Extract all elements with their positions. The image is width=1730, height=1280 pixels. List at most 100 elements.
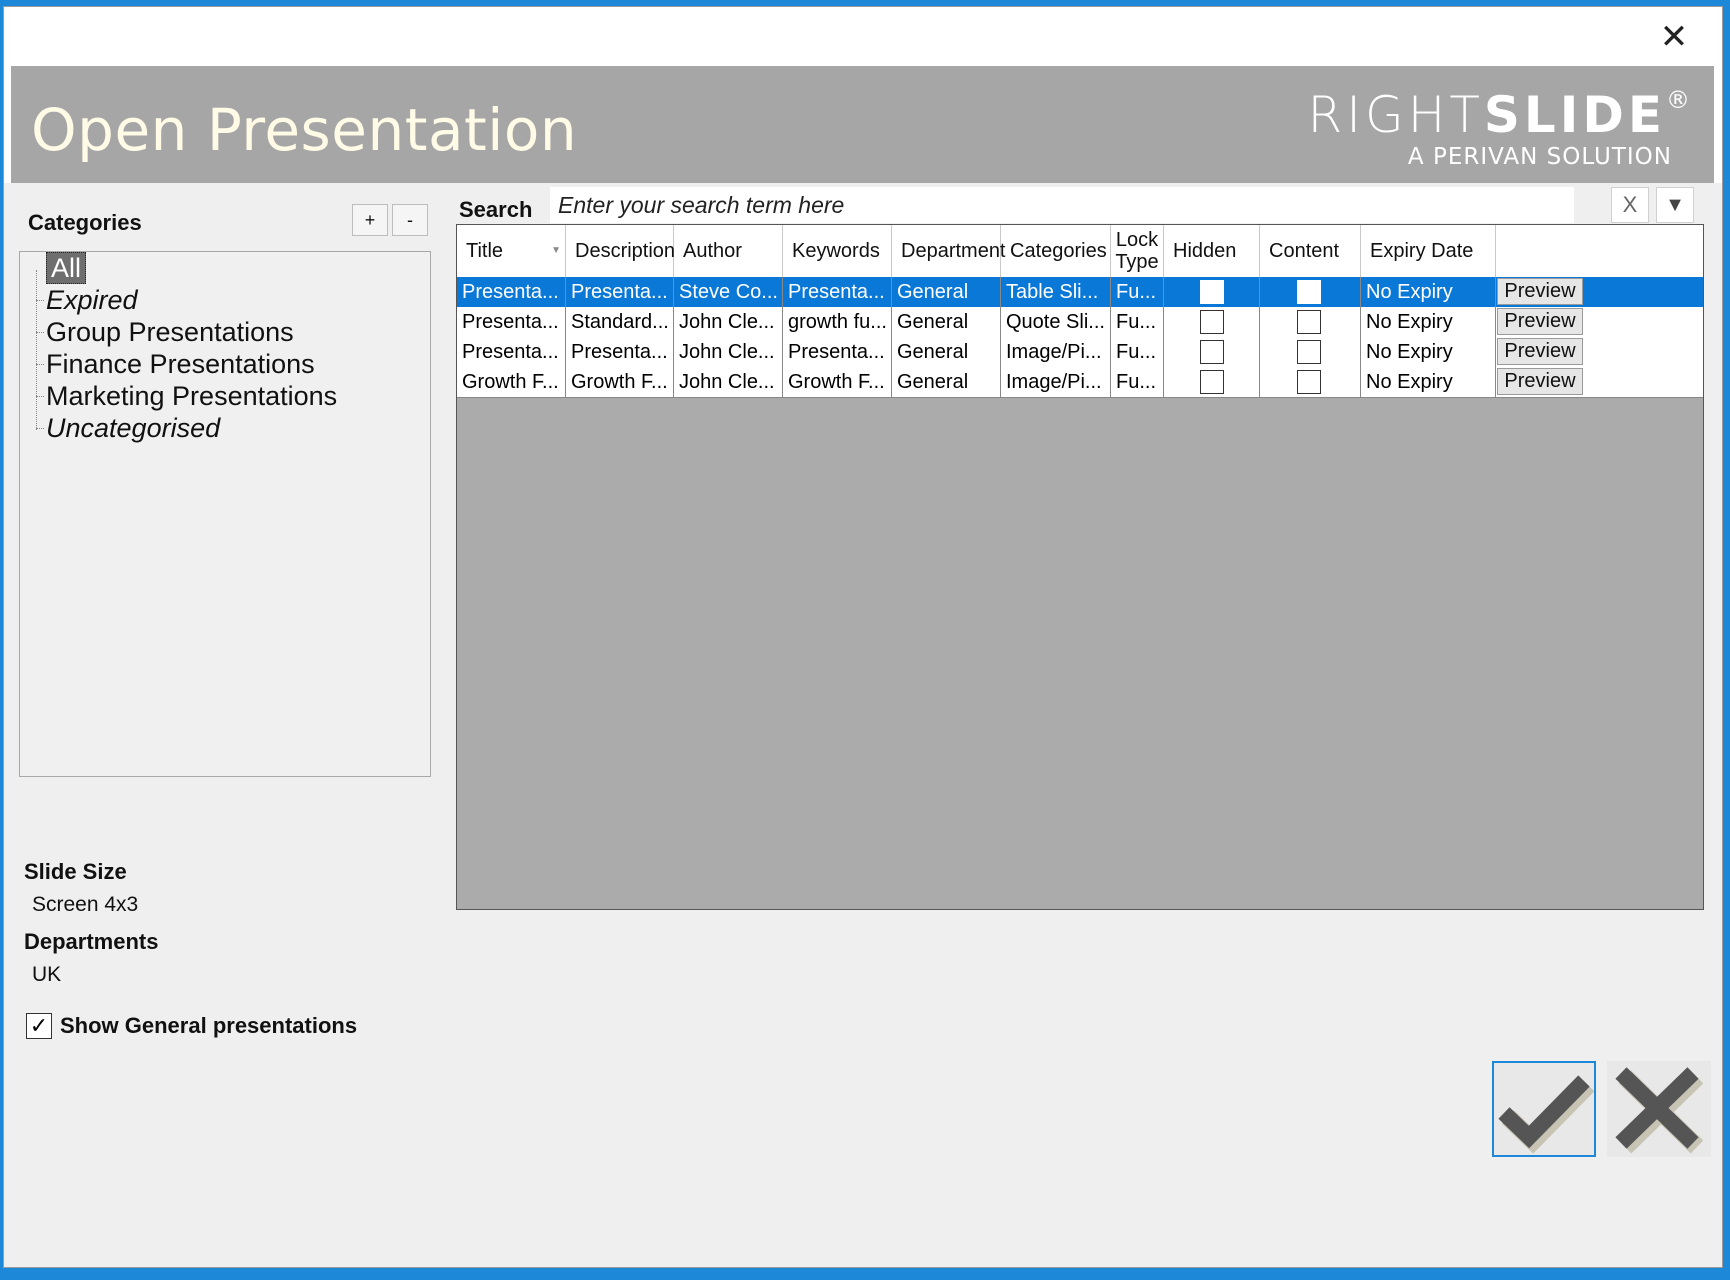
cell-lock-type: Fu... xyxy=(1111,307,1164,337)
table-row[interactable]: Growth F... Growth F... John Cle... Grow… xyxy=(457,367,1703,398)
column-header-department[interactable]: Department xyxy=(892,225,1006,277)
presentations-grid: Title ▼ Description Author Keywords Depar… xyxy=(456,224,1704,910)
checkmark-icon xyxy=(1498,1075,1595,1154)
cell-title: Growth F... xyxy=(457,367,566,397)
column-header-title[interactable]: Title ▼ xyxy=(457,225,566,277)
category-item-finance-presentations[interactable]: Finance Presentations xyxy=(46,348,315,380)
cell-expiry-date: No Expiry xyxy=(1361,337,1496,367)
category-item-label: Expired xyxy=(46,285,138,315)
tree-connector xyxy=(36,270,38,430)
cell-title: Presenta... xyxy=(457,307,566,337)
show-general-checkbox[interactable]: ✓ xyxy=(26,1013,52,1039)
preview-button[interactable]: Preview xyxy=(1497,308,1583,335)
preview-button[interactable]: Preview xyxy=(1497,368,1583,395)
dialog-body: Categories + - All Expired Group Present… xyxy=(4,183,1722,1267)
column-header-description[interactable]: Description xyxy=(566,225,675,277)
lock-type-line1: Lock xyxy=(1115,229,1159,251)
cell-author: John Cle... xyxy=(674,307,783,337)
cell-categories: Image/Pi... xyxy=(1001,337,1111,367)
category-item-expired[interactable]: Expired xyxy=(46,284,138,316)
cell-department: General xyxy=(892,367,1001,397)
add-category-button[interactable]: + xyxy=(352,204,388,236)
categories-label: Categories xyxy=(28,210,142,235)
category-item-label: Marketing Presentations xyxy=(46,381,338,411)
cell-keywords: Presenta... xyxy=(783,277,892,307)
category-item-label: Finance Presentations xyxy=(46,349,315,379)
cell-categories: Quote Sli... xyxy=(1001,307,1111,337)
category-item-label: All xyxy=(46,252,87,284)
tree-connector xyxy=(36,428,44,430)
cell-department: General xyxy=(892,307,1001,337)
category-item-all[interactable]: All xyxy=(46,252,87,284)
column-header-expiry-date[interactable]: Expiry Date xyxy=(1361,225,1496,277)
category-item-uncategorised[interactable]: Uncategorised xyxy=(46,412,220,444)
content-checkbox[interactable] xyxy=(1297,370,1321,394)
content-checkbox[interactable] xyxy=(1297,280,1321,304)
cell-categories: Table Sli... xyxy=(1001,277,1111,307)
cell-department: General xyxy=(892,337,1001,367)
cell-content xyxy=(1260,367,1361,397)
cancel-button[interactable] xyxy=(1607,1061,1711,1157)
cell-author: John Cle... xyxy=(674,337,783,367)
close-button[interactable]: ✕ xyxy=(1654,17,1694,57)
hidden-checkbox[interactable] xyxy=(1200,310,1224,334)
cell-keywords: Presenta... xyxy=(783,337,892,367)
table-row[interactable]: Presenta... Presenta... John Cle... Pres… xyxy=(457,337,1703,368)
search-input[interactable] xyxy=(550,187,1574,223)
table-row[interactable]: Presenta... Presenta... Steve Co... Pres… xyxy=(457,277,1703,308)
cell-description: Growth F... xyxy=(566,367,674,397)
column-header-lock-type[interactable]: Lock Type xyxy=(1111,225,1164,277)
tree-connector xyxy=(36,396,44,398)
preview-button[interactable]: Preview xyxy=(1497,278,1583,305)
cell-description: Presenta... xyxy=(566,277,674,307)
cell-categories: Image/Pi... xyxy=(1001,367,1111,397)
logo-registered-mark: ® xyxy=(1666,86,1694,114)
remove-category-button[interactable]: - xyxy=(392,204,428,236)
slide-size-label: Slide Size xyxy=(24,859,127,884)
grid-header-row: Title ▼ Description Author Keywords Depar… xyxy=(457,225,1703,278)
preview-button[interactable]: Preview xyxy=(1497,338,1583,365)
cell-department: General xyxy=(892,277,1001,307)
cell-hidden xyxy=(1164,277,1260,307)
column-header-label: Title xyxy=(466,240,504,262)
sort-indicator-icon: ▼ xyxy=(551,245,561,256)
lock-type-line2: Type xyxy=(1115,251,1159,273)
column-header-keywords[interactable]: Keywords xyxy=(783,225,892,277)
column-header-categories[interactable]: Categories xyxy=(1001,225,1111,277)
search-label: Search xyxy=(459,197,533,222)
search-options-dropdown[interactable]: ▼ xyxy=(1656,187,1694,223)
cell-content xyxy=(1260,307,1361,337)
logo-slide-text: SLIDE xyxy=(1483,86,1666,144)
category-item-label: Group Presentations xyxy=(46,317,294,347)
logo-right-text: RIGHT xyxy=(1307,86,1484,144)
cell-keywords: Growth F... xyxy=(783,367,892,397)
search-clear-button[interactable]: X xyxy=(1611,187,1649,223)
cell-description: Standard... xyxy=(566,307,674,337)
hidden-checkbox[interactable] xyxy=(1200,280,1224,304)
column-header-content[interactable]: Content xyxy=(1260,225,1361,277)
cell-author: John Cle... xyxy=(674,367,783,397)
departments-value: UK xyxy=(32,963,62,986)
cell-hidden xyxy=(1164,307,1260,337)
ok-button[interactable] xyxy=(1492,1061,1596,1157)
column-header-author[interactable]: Author xyxy=(674,225,783,277)
content-checkbox[interactable] xyxy=(1297,340,1321,364)
category-item-marketing-presentations[interactable]: Marketing Presentations xyxy=(46,380,337,412)
cell-keywords: growth fu... xyxy=(783,307,892,337)
category-item-label: Uncategorised xyxy=(46,413,221,443)
tree-connector xyxy=(36,364,44,366)
logo-wordmark: RIGHTSLIDE® xyxy=(1307,86,1694,144)
cell-expiry-date: No Expiry xyxy=(1361,277,1496,307)
show-general-label: Show General presentations xyxy=(60,1013,358,1038)
table-row[interactable]: Presenta... Standard... John Cle... grow… xyxy=(457,307,1703,338)
column-header-hidden[interactable]: Hidden xyxy=(1164,225,1260,277)
content-checkbox[interactable] xyxy=(1297,310,1321,334)
hidden-checkbox[interactable] xyxy=(1200,340,1224,364)
header-banner: Open Presentation RIGHTSLIDE® A PERIVAN … xyxy=(11,66,1714,183)
cell-lock-type: Fu... xyxy=(1111,277,1164,307)
hidden-checkbox[interactable] xyxy=(1200,370,1224,394)
category-item-group-presentations[interactable]: Group Presentations xyxy=(46,316,294,348)
cell-lock-type: Fu... xyxy=(1111,367,1164,397)
rightslide-logo: RIGHTSLIDE® A PERIVAN SOLUTION xyxy=(1274,86,1694,170)
category-tree: All Expired Group Presentations Finance … xyxy=(19,251,431,777)
